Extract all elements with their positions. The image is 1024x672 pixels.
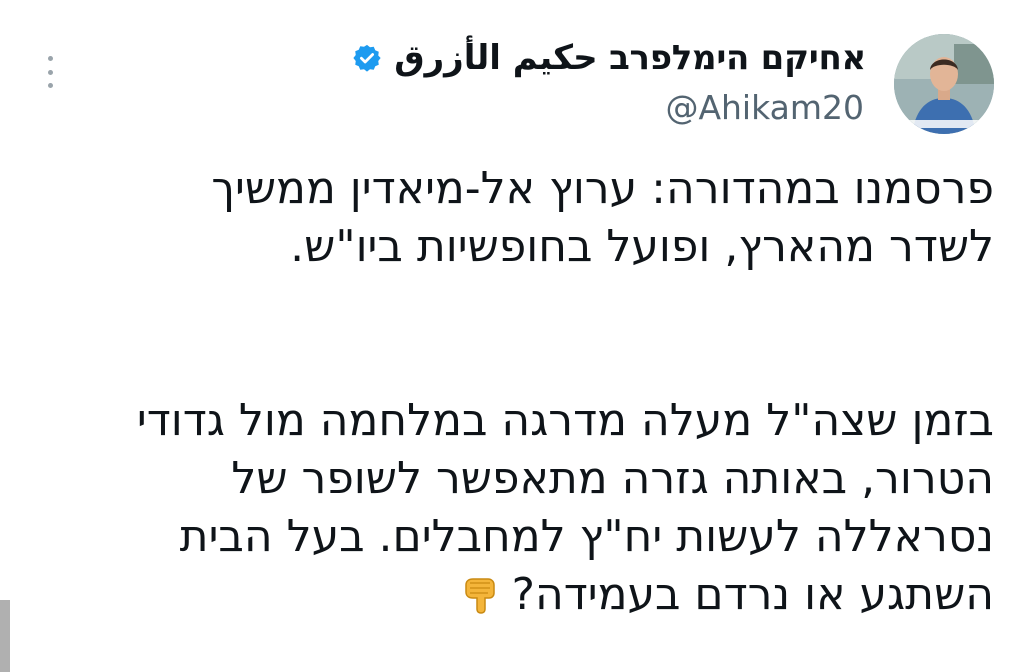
menu-dot bbox=[47, 69, 53, 75]
author-handle[interactable]: @Ahikam20 bbox=[665, 88, 864, 127]
tweet-text: פרסמנו במהדורה: ערוץ אל-מיאדין ממשיך לשד… bbox=[34, 160, 994, 624]
verified-badge-icon bbox=[352, 43, 382, 73]
tweet-text-last-line: השתגע או נרדם בעמידה? bbox=[34, 566, 994, 624]
author-display-name[interactable]: אחיקם הימלפרב حكيم الأزرق bbox=[394, 38, 866, 78]
tweet-text-line: הטרור, באותה גזרה מתאפשר לשופר של bbox=[231, 453, 994, 504]
tweet-text-line: פרסמנו במהדורה: ערוץ אל-מיאדין ממשיך bbox=[211, 163, 994, 214]
menu-dot bbox=[47, 83, 53, 88]
tweet-text-line: השתגע או נרדם בעמידה? bbox=[511, 569, 994, 620]
pointing-down-emoji-icon bbox=[458, 571, 502, 615]
author-name-row: אחיקם הימלפרב حكيم الأزرق bbox=[352, 34, 866, 82]
menu-dot bbox=[47, 56, 53, 61]
tweet-card: אחיקם הימלפרב حكيم الأزرق @Ahikam20 פרסמ… bbox=[0, 0, 1024, 672]
more-vertical-icon[interactable] bbox=[40, 52, 60, 92]
edge-divider bbox=[0, 600, 10, 672]
tweet-text-line: בזמן שצה"ל מעלה מדרגה במלחמה מול גדודי bbox=[136, 395, 994, 446]
tweet-text-line: לשדר מהארץ, ופועל בחופשיות ביו"ש. bbox=[290, 221, 994, 272]
tweet-text-line: נסראללה לעשות יח"ץ למחבלים. בעל הבית bbox=[179, 511, 994, 562]
author-avatar[interactable] bbox=[894, 34, 994, 134]
